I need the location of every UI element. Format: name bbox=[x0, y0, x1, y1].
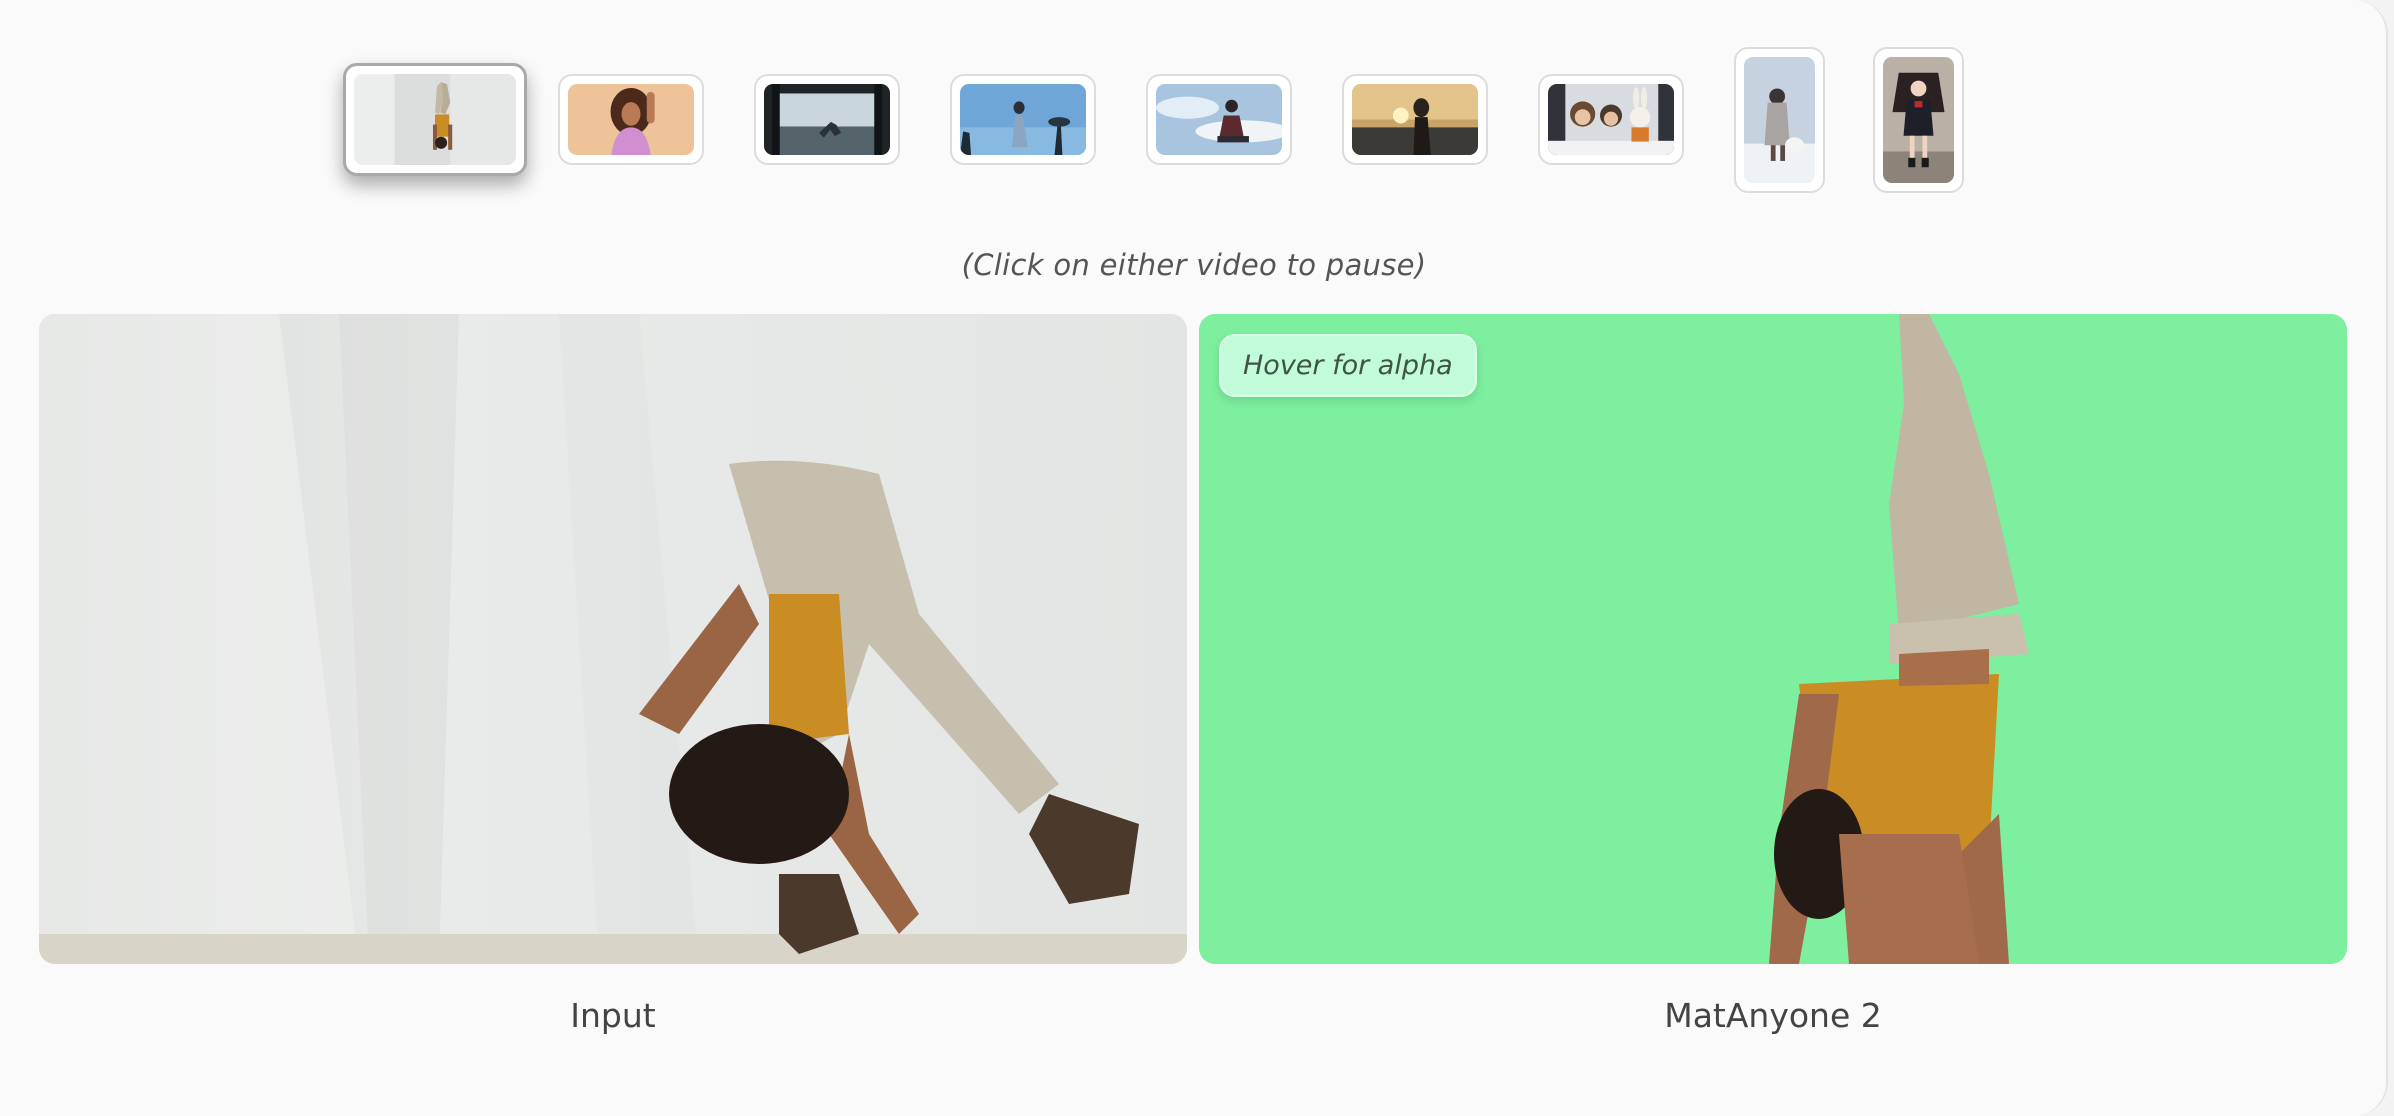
output-video-frame bbox=[1769, 314, 2029, 964]
thumbnail-woman-pink-top[interactable] bbox=[558, 74, 704, 165]
input-video[interactable] bbox=[39, 314, 1187, 964]
input-caption: Input bbox=[570, 996, 656, 1035]
thumbnail-man-sitting-sky[interactable] bbox=[1146, 74, 1292, 165]
thumbnail-image bbox=[1744, 57, 1815, 183]
hover-for-alpha-badge[interactable]: Hover for alpha bbox=[1219, 334, 1477, 397]
thumbnail-girl-blue-sky[interactable] bbox=[950, 74, 1096, 165]
thumbnail-cartoon-characters[interactable] bbox=[1538, 74, 1684, 165]
pause-hint: (Click on either video to pause) bbox=[961, 248, 1427, 282]
thumbnail-handstand-dancer[interactable] bbox=[343, 63, 527, 176]
thumbnail-woman-sunset-beach[interactable] bbox=[1342, 74, 1488, 165]
demo-card: (Click on either video to pause) Input H… bbox=[0, 0, 2388, 1116]
output-video[interactable]: Hover for alpha bbox=[1199, 314, 2347, 964]
thumbnail-image bbox=[960, 84, 1086, 155]
output-caption: MatAnyone 2 bbox=[1664, 996, 1882, 1035]
thumbnail-image bbox=[354, 74, 516, 165]
thumbnail-anime-girl-school[interactable] bbox=[1873, 47, 1964, 193]
thumbnail-image bbox=[1548, 84, 1674, 155]
thumbnail-image bbox=[764, 84, 890, 155]
thumbnail-image bbox=[568, 84, 694, 155]
thumbnail-image bbox=[1156, 84, 1282, 155]
thumbnail-image bbox=[1352, 84, 1478, 155]
thumbnail-anime-girl-snow[interactable] bbox=[1734, 47, 1825, 193]
thumbnail-image bbox=[1883, 57, 1954, 183]
input-video-frame bbox=[39, 314, 1187, 964]
thumbnail-dark-room-figure[interactable] bbox=[754, 74, 900, 165]
